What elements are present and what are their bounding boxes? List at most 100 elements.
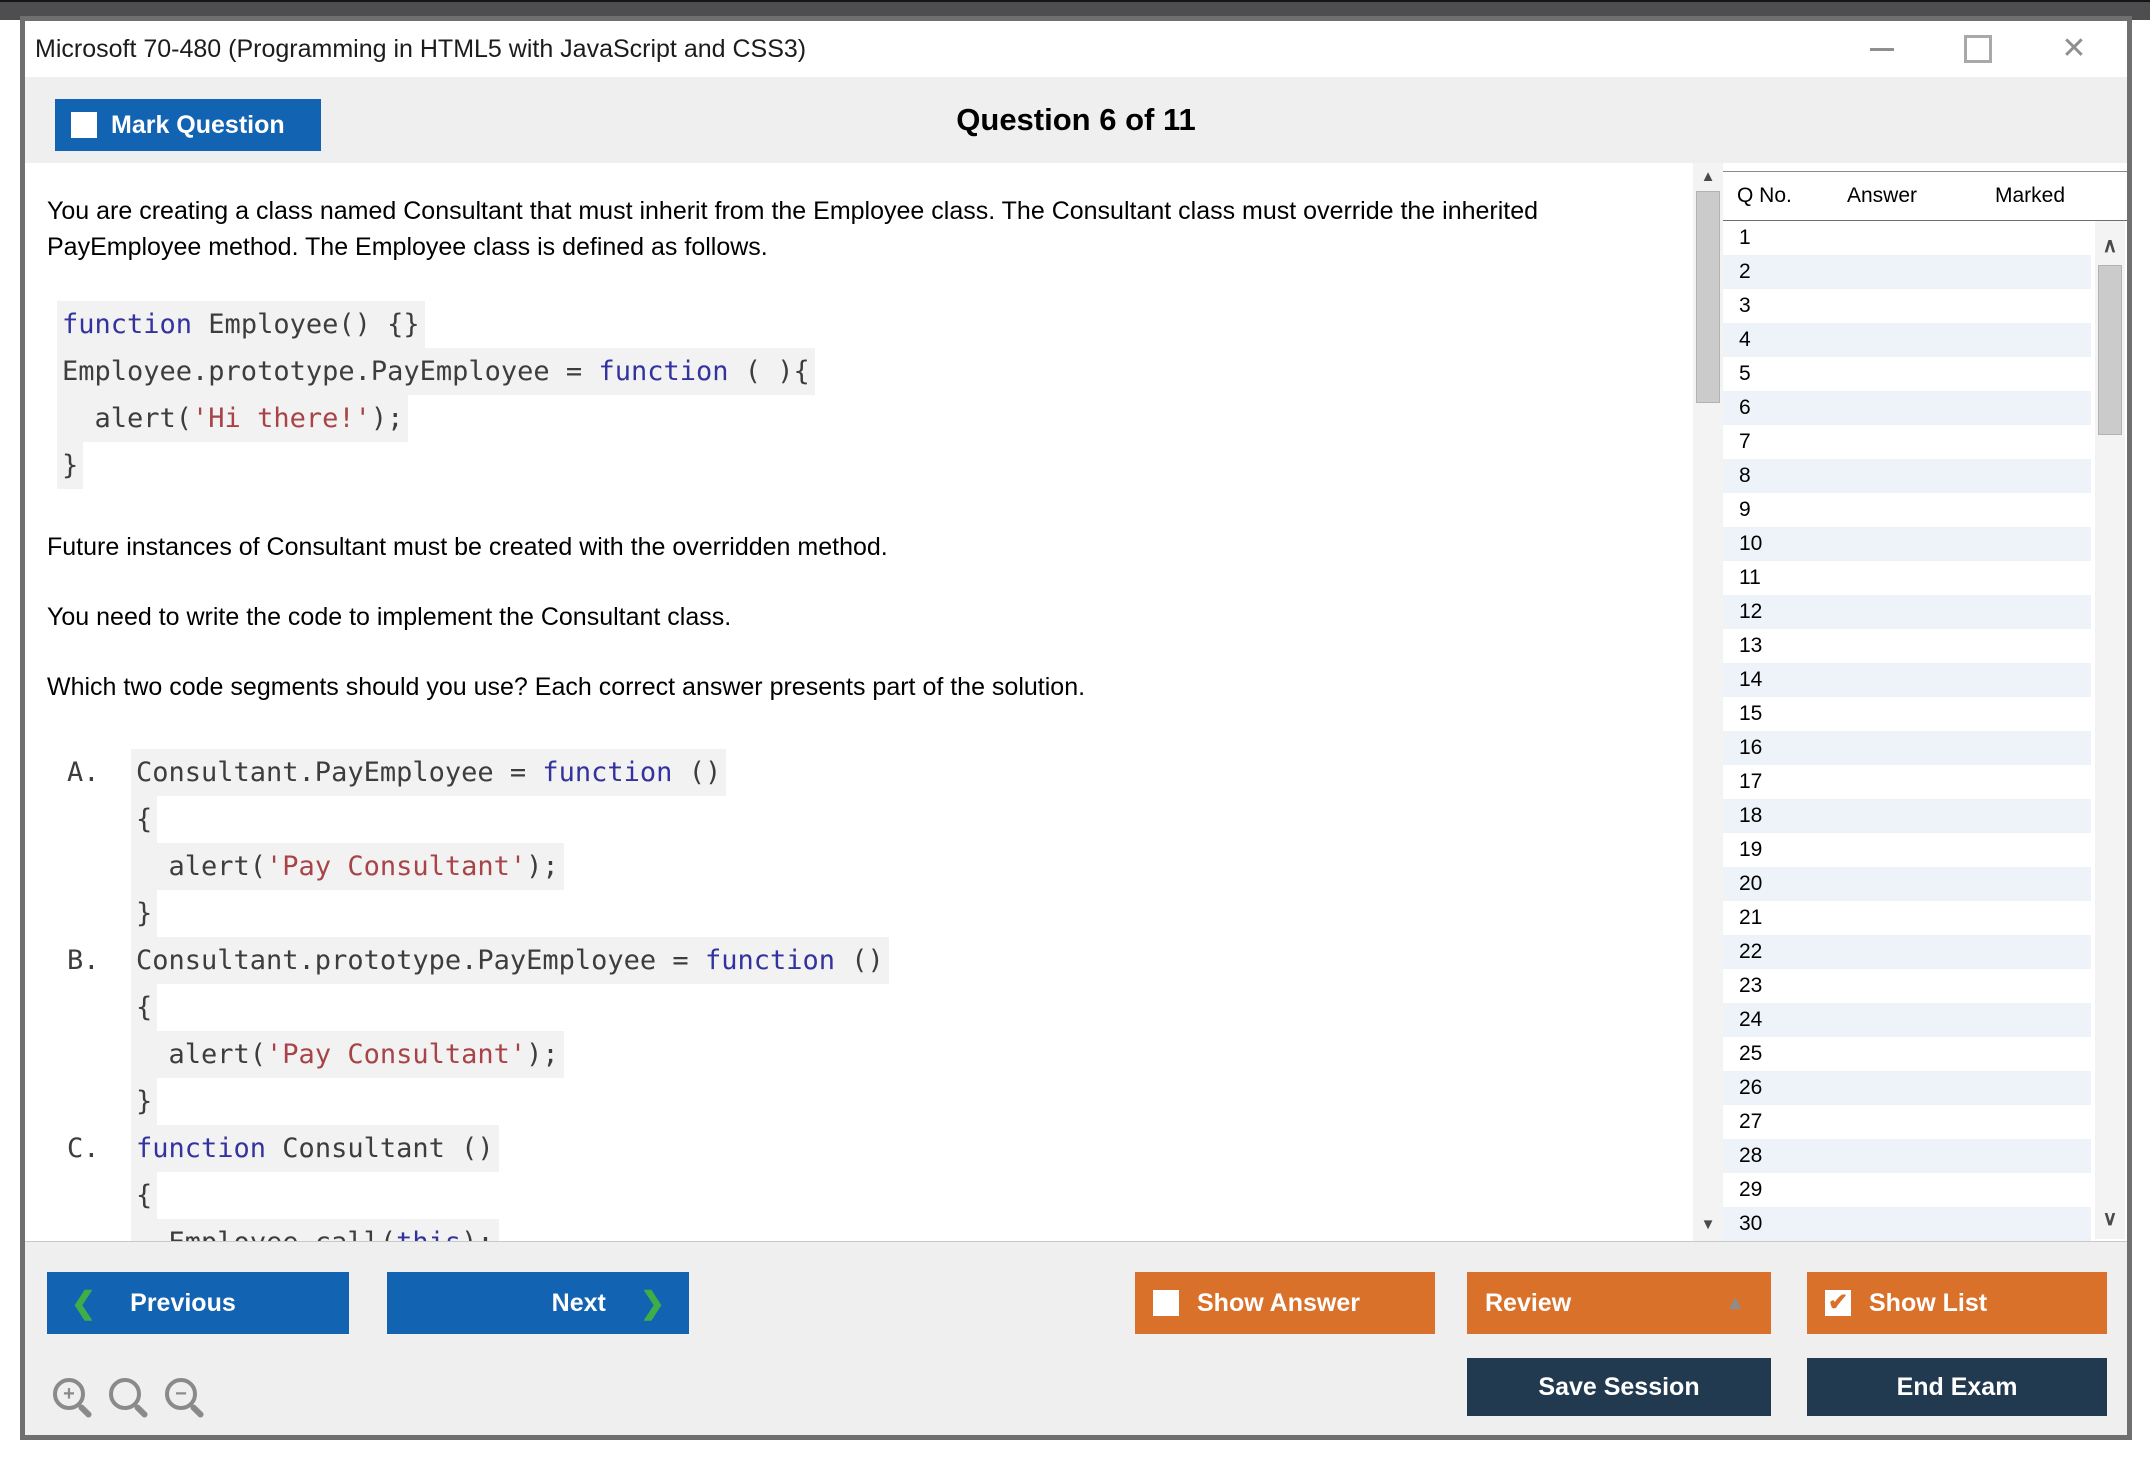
zoom-controls: + − (53, 1378, 205, 1420)
question-row[interactable]: 25 (1723, 1037, 2091, 1071)
end-exam-button[interactable]: End Exam (1807, 1358, 2107, 1416)
question-row[interactable]: 3 (1723, 289, 2091, 323)
question-row[interactable]: 14 (1723, 663, 2091, 697)
title-bar: Microsoft 70-480 (Programming in HTML5 w… (25, 21, 2127, 77)
maximize-icon (1964, 35, 1992, 63)
question-list-panel: Q No. Answer Marked 1 2 3 4 5 6 7 8 9 10 11 12 13 14 1… (1723, 171, 2127, 1241)
question-row[interactable]: 17 (1723, 765, 2091, 799)
question-row[interactable]: 23 (1723, 969, 2091, 1003)
previous-label: Previous (130, 1288, 236, 1317)
header-band: Mark Question Question 6 of 11 (25, 77, 2127, 163)
question-row[interactable]: 7 (1723, 425, 2091, 459)
close-button[interactable]: ✕ (2057, 32, 2091, 66)
column-header-answer: Answer (1847, 184, 1918, 207)
close-icon: ✕ (2061, 32, 2087, 65)
list-scrollbar-thumb[interactable] (2098, 265, 2122, 435)
previous-button[interactable]: ❮ Previous (47, 1272, 349, 1334)
option-letter: C. (67, 1133, 100, 1164)
question-row[interactable]: 2 (1723, 255, 2091, 289)
scroll-down-icon[interactable]: ▼ (1693, 1216, 1723, 1233)
window-controls: ✕ (1865, 21, 2091, 77)
question-row[interactable]: 1 (1723, 221, 2091, 255)
question-row[interactable]: 10 (1723, 527, 2091, 561)
chevron-left-icon: ❮ (71, 1286, 97, 1320)
next-label: Next (551, 1288, 606, 1317)
show-answer-checkbox[interactable] (1153, 1290, 1179, 1316)
zoom-out-button[interactable]: − (165, 1378, 205, 1420)
main-row: You are creating a class named Consultan… (25, 163, 2127, 1241)
footer-toolbar: ❮ Previous Next ❯ Show Answer Review ▲ ✔… (25, 1241, 2127, 1435)
question-row[interactable]: 9 (1723, 493, 2091, 527)
question-row[interactable]: 26 (1723, 1071, 2091, 1105)
answer-option-c[interactable]: C. function Consultant (){ Employee.call… (67, 1125, 1693, 1241)
question-row[interactable]: 20 (1723, 867, 2091, 901)
answer-options: A. Consultant.PayEmployee = function (){… (67, 749, 1693, 1241)
column-header-marked: Marked (1995, 184, 2066, 207)
caret-up-icon: ▲ (1725, 1291, 1745, 1314)
answer-option-b[interactable]: B. Consultant.prototype.PayEmployee = fu… (67, 937, 1693, 1125)
show-list-checkbox[interactable]: ✔ (1825, 1290, 1851, 1316)
question-row[interactable]: 13 (1723, 629, 2091, 663)
review-label: Review (1485, 1288, 1572, 1317)
minimize-icon (1870, 47, 1894, 51)
question-row[interactable]: 12 (1723, 595, 2091, 629)
question-row[interactable]: 30 (1723, 1207, 2091, 1241)
question-row[interactable]: 5 (1723, 357, 2091, 391)
question-rows: 1 2 3 4 5 6 7 8 9 10 11 12 13 14 15 16 17 18 19 20 21 22 23 24 2… (1723, 221, 2127, 1241)
mark-question-label: Mark Question (111, 110, 285, 139)
question-row[interactable]: 8 (1723, 459, 2091, 493)
exam-application-window: Microsoft 70-480 (Programming in HTML5 w… (20, 16, 2132, 1440)
question-para-future: Future instances of Consultant must be c… (47, 533, 888, 561)
zoom-reset-button[interactable] (109, 1378, 149, 1420)
save-session-button[interactable]: Save Session (1467, 1358, 1771, 1416)
question-row[interactable]: 24 (1723, 1003, 2091, 1037)
maximize-button[interactable] (1961, 32, 1995, 66)
end-exam-label: End Exam (1896, 1372, 2018, 1401)
checkmark-icon: ✔ (1827, 1289, 1849, 1316)
zoom-in-button[interactable]: + (53, 1378, 93, 1420)
question-row[interactable]: 11 (1723, 561, 2091, 595)
chevron-right-icon: ❯ (639, 1286, 665, 1320)
question-row[interactable]: 18 (1723, 799, 2091, 833)
question-list-scrollbar[interactable]: ∧ ∨ (2095, 221, 2125, 1239)
question-counter: Question 6 of 11 (956, 102, 1196, 137)
option-letter: A. (67, 757, 100, 788)
show-answer-button[interactable]: Show Answer (1135, 1272, 1435, 1334)
question-content: You are creating a class named Consultan… (25, 163, 1693, 1241)
mark-question-checkbox[interactable] (71, 112, 97, 138)
question-list-header: Q No. Answer Marked (1723, 172, 2127, 221)
question-row[interactable]: 16 (1723, 731, 2091, 765)
review-button[interactable]: Review ▲ (1467, 1272, 1771, 1334)
question-row[interactable]: 15 (1723, 697, 2091, 731)
window-title: Microsoft 70-480 (Programming in HTML5 w… (35, 34, 807, 63)
question-row[interactable]: 27 (1723, 1105, 2091, 1139)
column-header-qno: Q No. (1737, 184, 1792, 207)
option-code: Consultant.PayEmployee = function (){ al… (131, 749, 727, 937)
save-session-label: Save Session (1538, 1372, 1700, 1401)
next-button[interactable]: Next ❯ (387, 1272, 689, 1334)
question-row[interactable]: 19 (1723, 833, 2091, 867)
show-list-label: Show List (1869, 1288, 1988, 1317)
content-scrollbar-thumb[interactable] (1696, 191, 1720, 403)
option-letter: B. (67, 945, 100, 976)
question-row[interactable]: 6 (1723, 391, 2091, 425)
question-row[interactable]: 22 (1723, 935, 2091, 969)
question-list: 1 2 3 4 5 6 7 8 9 10 11 12 13 14 15 16 17 18 19 20 21 22 23 24 2… (1723, 221, 2127, 1241)
minimize-button[interactable] (1865, 32, 1899, 66)
mark-question-button[interactable]: Mark Question (55, 99, 321, 151)
question-row[interactable]: 28 (1723, 1139, 2091, 1173)
content-scrollbar[interactable]: ▲ ▼ (1693, 163, 1723, 1241)
question-para-need: You need to write the code to implement … (47, 603, 732, 631)
scroll-up-icon[interactable]: ▲ (1693, 168, 1723, 185)
option-code: Consultant.prototype.PayEmployee = funct… (131, 937, 889, 1125)
question-row[interactable]: 21 (1723, 901, 2091, 935)
answer-option-a[interactable]: A. Consultant.PayEmployee = function (){… (67, 749, 1693, 937)
show-answer-label: Show Answer (1197, 1288, 1360, 1317)
show-list-button[interactable]: ✔ Show List (1807, 1272, 2107, 1334)
question-row[interactable]: 4 (1723, 323, 2091, 357)
list-scroll-up-icon[interactable]: ∧ (2095, 233, 2125, 258)
list-scroll-down-icon[interactable]: ∨ (2095, 1206, 2125, 1231)
question-row[interactable]: 29 (1723, 1173, 2091, 1207)
question-para-which: Which two code segments should you use? … (47, 673, 1086, 701)
question-intro: You are creating a class named Consultan… (47, 197, 1539, 261)
